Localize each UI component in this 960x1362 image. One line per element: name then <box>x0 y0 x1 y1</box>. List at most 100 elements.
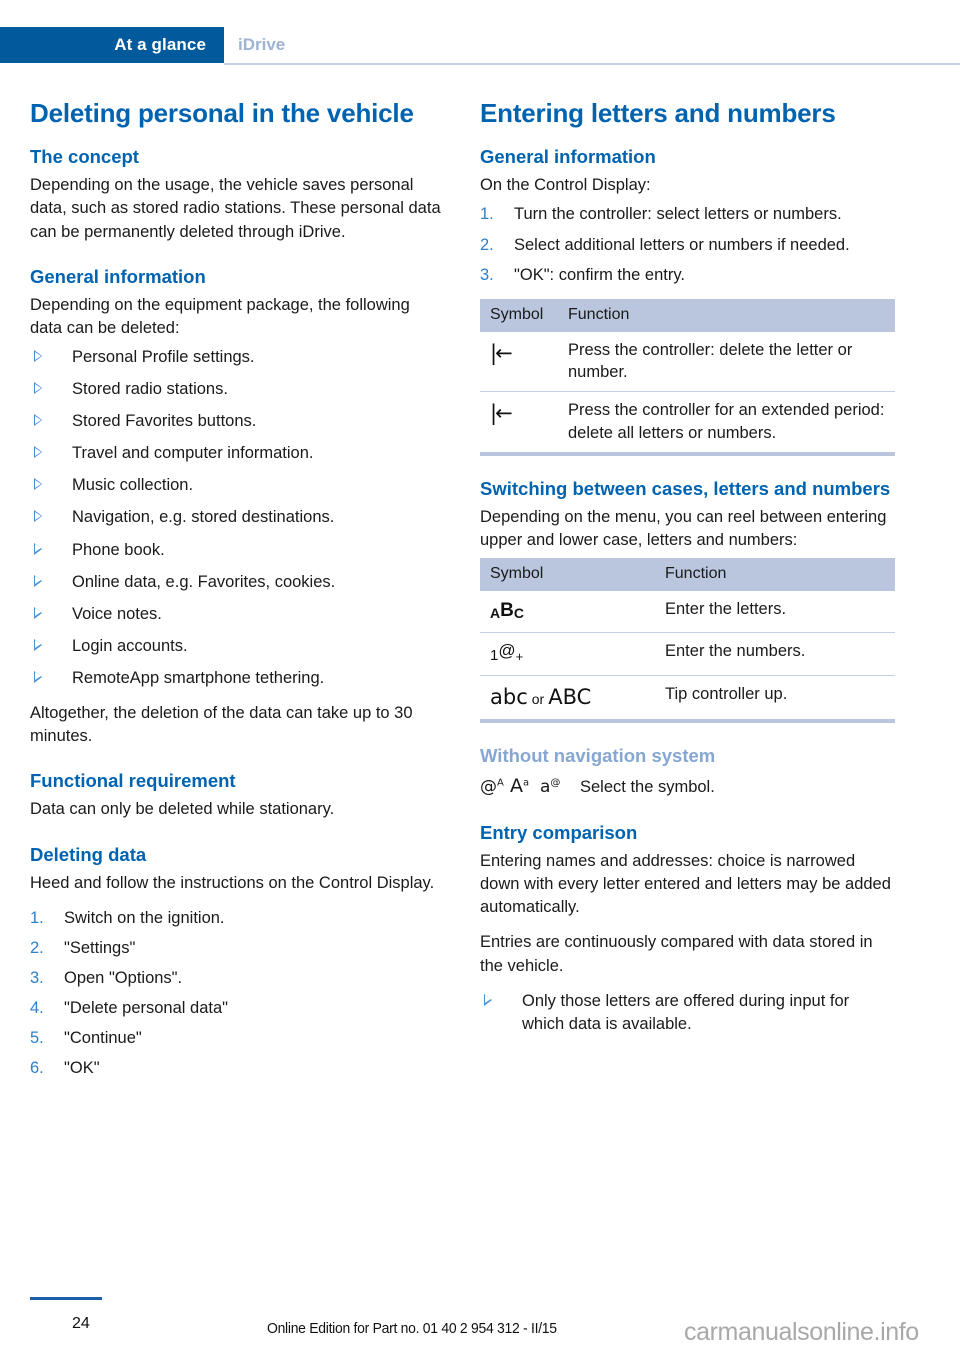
list-item: 4. "Delete personal data" <box>30 997 445 1020</box>
entry-comparison-list: Only those letters are offered during in… <box>480 990 895 1036</box>
table-row: abc or ABC Tip controller up. <box>480 675 895 724</box>
triangle-bullet-icon <box>484 993 492 1006</box>
list-item: 2. "Settings" <box>30 937 445 960</box>
list-item: 3. "OK": confirm the entry. <box>480 264 895 287</box>
table-row: |← Press the controller: delete the lett… <box>480 331 895 393</box>
lowercase-at-icon: a@ <box>540 777 561 798</box>
list-item-label: Navigation, e.g. stored destinations. <box>72 508 335 527</box>
paragraph-the-concept: Depending on the usage, the vehicle save… <box>30 176 441 241</box>
breadcrumb-section: iDrive <box>238 35 286 54</box>
table-cell-function: Tip controller up. <box>655 675 895 724</box>
list-item: Travel and computer information. <box>30 442 445 465</box>
heading-entry-comparison: Entry comparison <box>480 822 638 844</box>
list-item: Stored radio stations. <box>30 378 445 401</box>
list-item: 3. Open "Options". <box>30 967 445 990</box>
triangle-bullet-icon <box>34 638 42 651</box>
table-header-row: Symbol Function <box>480 298 895 332</box>
list-item-label: Travel and computer information. <box>72 444 314 463</box>
triangle-bullet-icon <box>34 670 42 683</box>
step-number: 2. <box>30 938 44 957</box>
deletable-data-list: Personal Profile settings. Stored radio … <box>30 346 445 690</box>
symbol-function-table-cases: Symbol Function ABC Enter the letters. 1… <box>480 558 895 724</box>
paragraph-functional-requirement: Data can only be deleted while stationar… <box>30 800 335 819</box>
step-label: Switch on the ignition. <box>64 908 225 927</box>
page-header: At a glance iDrive <box>0 27 960 65</box>
footer-divider <box>30 1297 102 1300</box>
numbers-icon: 1@+ <box>480 632 655 676</box>
triangle-bullet-icon <box>34 606 42 619</box>
table-row: ABC Enter the letters. <box>480 591 895 634</box>
triangle-bullet-icon <box>34 350 42 362</box>
list-item: RemoteApp smartphone tethering. <box>30 667 445 690</box>
heading-the-concept: The concept <box>30 146 139 168</box>
step-number: 5. <box>30 1029 44 1048</box>
list-item: 2. Select additional letters or numbers i… <box>480 234 895 257</box>
entering-steps: 1. Turn the controller: select letters or… <box>480 203 895 286</box>
left-column: Deleting personal in the vehicle The con… <box>30 98 445 1092</box>
list-item: Personal Profile settings. <box>30 346 445 369</box>
triangle-bullet-icon <box>34 446 42 459</box>
paragraph-deleting-data-intro: Heed and follow the instructions on the … <box>30 873 435 892</box>
abc-letters-icon: ABC <box>480 591 655 634</box>
triangle-bullet-icon <box>34 574 42 587</box>
triangle-bullet-icon <box>34 542 42 555</box>
list-item: 1. Turn the controller: select letters or… <box>480 203 895 226</box>
table-cell-function: Press the controller: delete the letter … <box>558 331 895 393</box>
list-item: 5. "Continue" <box>30 1027 445 1050</box>
step-label: "Settings" <box>64 938 136 957</box>
step-label: Select additional letters or numbers if … <box>514 235 850 254</box>
triangle-bullet-icon <box>34 414 42 427</box>
list-item: Stored Favorites buttons. <box>30 410 445 433</box>
step-label: "OK" <box>64 1059 100 1078</box>
step-number: 2. <box>480 235 494 254</box>
list-item-label: Personal Profile settings. <box>72 348 255 366</box>
step-label: "OK": confirm the entry. <box>514 265 685 284</box>
column-header-function: Function <box>558 298 895 332</box>
list-item: Only those letters are offered during in… <box>480 990 895 1036</box>
heading-functional-requirement: Functional requirement <box>30 770 236 792</box>
table-row: 1@+ Enter the numbers. <box>480 632 895 676</box>
list-item-label: Online data, e.g. Favorites, cookies. <box>72 572 336 591</box>
list-item-label: RemoteApp smartphone tethering. <box>72 668 325 687</box>
list-item-label: Only those letters are offered during in… <box>522 991 850 1033</box>
document-page: At a glance iDrive Deleting personal in … <box>0 0 960 1362</box>
footer-edition-note: Online Edition for Part no. 01 40 2 954 … <box>267 1320 557 1337</box>
step-number: 1. <box>480 205 494 224</box>
step-number: 3. <box>480 265 494 284</box>
list-item-label: Music collection. <box>72 476 194 495</box>
step-label: Turn the controller: select letters or n… <box>514 205 842 224</box>
heading-switching-cases: Switching between cases, letters and num… <box>480 477 891 499</box>
step-label: "Delete personal data" <box>64 999 228 1018</box>
table-cell-function: Enter the numbers. <box>655 632 895 676</box>
list-item-label: Phone book. <box>72 540 165 559</box>
list-item: Voice notes. <box>30 603 445 626</box>
paragraph-entry-comparison-2: Entries are continuously compared with d… <box>480 933 873 975</box>
paragraph-general-information-intro: Depending on the equipment package, the … <box>30 295 410 337</box>
list-item: Navigation, e.g. stored destinations. <box>30 506 445 529</box>
list-item: Phone book. <box>30 539 445 562</box>
table-header-row: Symbol Function <box>480 558 895 592</box>
heading-general-information-right: General information <box>480 146 656 168</box>
right-column: Entering letters and numbers General inf… <box>480 98 895 1048</box>
list-item: 6. "OK" <box>30 1057 445 1080</box>
column-header-symbol: Symbol <box>480 558 655 592</box>
heading-general-information: General information <box>30 265 206 287</box>
column-header-symbol: Symbol <box>480 298 558 332</box>
paragraph-switching-cases: Depending on the menu, you can reel betw… <box>480 507 887 550</box>
backspace-icon: |← <box>480 331 558 393</box>
page-title-left: Deleting personal in the vehicle <box>30 98 414 128</box>
page-number: 24 <box>72 1315 90 1332</box>
step-label: "Continue" <box>64 1029 142 1048</box>
list-item-label: Stored radio stations. <box>72 380 228 399</box>
list-item: 1. Switch on the ignition. <box>30 907 445 930</box>
breadcrumb-active-chapter: At a glance <box>0 27 224 63</box>
step-number: 6. <box>30 1059 44 1078</box>
without-navigation-text: Select the symbol. <box>580 778 715 797</box>
list-item-label: Login accounts. <box>72 636 188 655</box>
site-watermark: carmanualsonline.info <box>684 1318 919 1346</box>
backspace-icon: |← <box>480 391 558 456</box>
at-uppercase-icon: @A <box>480 777 504 798</box>
header-divider <box>224 63 960 65</box>
uppercase-lowercase-icon: Aa <box>510 775 530 798</box>
table-row: |← Press the controller for an extended … <box>480 391 895 456</box>
